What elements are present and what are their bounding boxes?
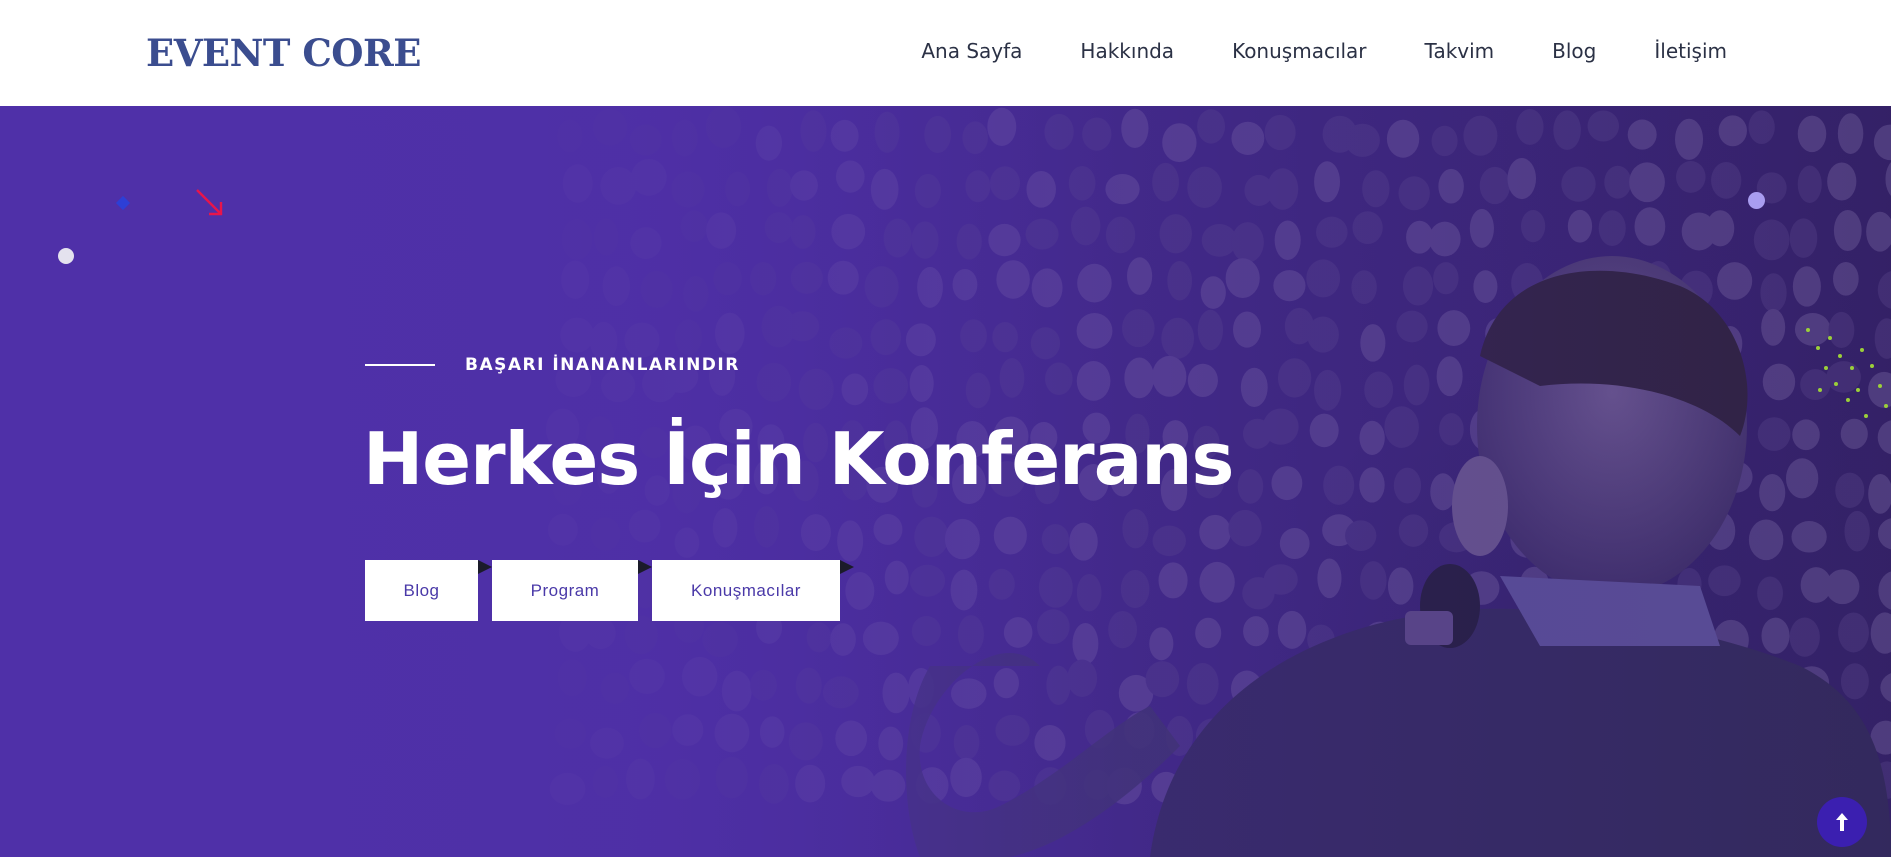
nav-link-iletisim[interactable]: İletişim bbox=[1654, 36, 1727, 66]
nav-link-hakkinda[interactable]: Hakkında bbox=[1080, 36, 1174, 66]
hero-section: BAŞARI İNANANLARINDIR Herkes İçin Konfer… bbox=[0, 106, 1891, 857]
scroll-to-top-button[interactable] bbox=[1817, 797, 1867, 847]
decor-white-dot bbox=[58, 248, 74, 264]
tagline-divider bbox=[365, 364, 435, 366]
nav-link-takvim[interactable]: Takvim bbox=[1425, 36, 1495, 66]
decor-green-dot-cluster bbox=[1806, 328, 1888, 418]
konusmacilar-button[interactable]: Konuşmacılar bbox=[652, 560, 854, 621]
arrow-up-icon bbox=[1836, 813, 1848, 831]
hero-button-group: Blog Program Konuşmacılar bbox=[365, 560, 854, 621]
red-arrow-icon bbox=[196, 189, 223, 216]
blog-button[interactable]: Blog bbox=[365, 560, 492, 621]
decor-lilac-dot bbox=[1748, 192, 1765, 209]
logo[interactable]: EVENT CORE bbox=[146, 32, 421, 74]
hero-tagline: BAŞARI İNANANLARINDIR bbox=[465, 355, 740, 375]
hero-title: Herkes İçin Konferans bbox=[363, 417, 1234, 501]
nav-link-konusmacilar[interactable]: Konuşmacılar bbox=[1232, 36, 1366, 66]
nav-link-ana-sayfa[interactable]: Ana Sayfa bbox=[921, 36, 1022, 66]
program-button[interactable]: Program bbox=[492, 560, 652, 621]
site-header: EVENT CORE Ana Sayfa Hakkında Konuşmacıl… bbox=[0, 0, 1891, 106]
hero-tagline-row: BAŞARI İNANANLARINDIR bbox=[365, 351, 740, 379]
nav-link-blog[interactable]: Blog bbox=[1552, 36, 1596, 66]
main-nav: Ana Sayfa Hakkında Konuşmacılar Takvim B… bbox=[921, 36, 1727, 66]
